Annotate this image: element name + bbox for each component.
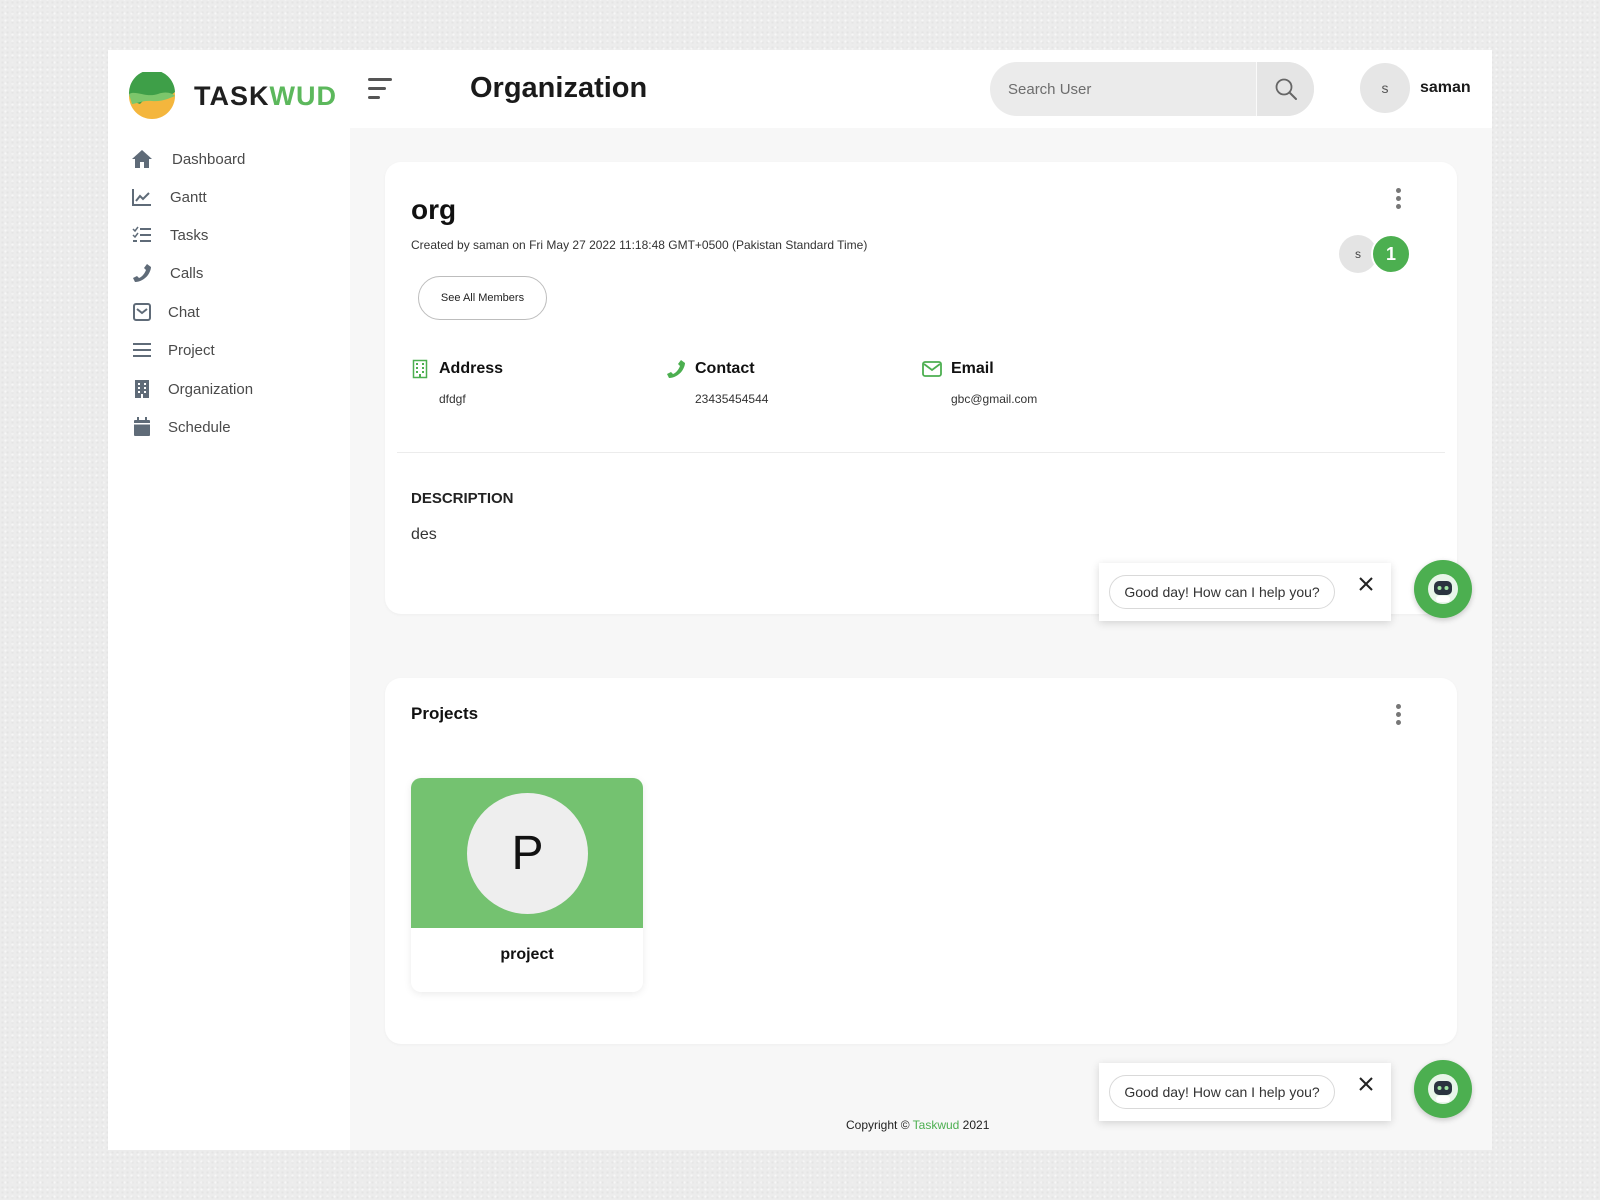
sidebar-item-label: Schedule xyxy=(168,418,231,436)
footer-brand-link[interactable]: Taskwud xyxy=(913,1118,960,1132)
sidebar-item-organization[interactable]: Organization xyxy=(130,374,253,404)
logo-text-task: TASK xyxy=(194,80,270,111)
calendar-icon xyxy=(130,415,154,439)
sidebar-item-label: Project xyxy=(168,341,215,359)
more-options-icon[interactable] xyxy=(1391,186,1407,212)
projects-title: Projects xyxy=(411,704,479,723)
envelope-icon xyxy=(921,358,943,380)
user-name: saman xyxy=(1420,79,1471,96)
chatbot-popup: Good day! How can I help you? xyxy=(1099,563,1391,621)
chatbot-popup: Good day! How can I help you? xyxy=(1099,1063,1391,1121)
search-icon xyxy=(1275,78,1297,100)
sidebar-item-project[interactable]: Project xyxy=(130,335,215,365)
envelope-icon xyxy=(130,300,154,324)
address-info: Address dfdgf xyxy=(409,358,503,406)
more-options-icon[interactable] xyxy=(1391,702,1407,728)
contact-label: Contact xyxy=(695,360,755,377)
phone-icon xyxy=(130,261,154,285)
building-icon xyxy=(130,377,154,401)
email-info: Email gbc@gmail.com xyxy=(921,358,1037,406)
sidebar-item-label: Gantt xyxy=(170,188,207,206)
home-icon xyxy=(130,147,154,171)
sidebar-item-label: Tasks xyxy=(170,226,209,244)
address-label: Address xyxy=(439,360,504,377)
project-banner: P xyxy=(411,778,643,928)
logo-mark-icon xyxy=(128,72,175,119)
search-input[interactable] xyxy=(1008,62,1248,116)
sidebar-item-tasks[interactable]: Tasks xyxy=(130,220,208,250)
sidebar-item-label: Dashboard xyxy=(172,150,246,168)
building-icon xyxy=(409,358,431,380)
logo-text-wud: WUD xyxy=(269,80,337,111)
robot-icon xyxy=(1428,574,1458,604)
member-avatars[interactable]: s 1 xyxy=(1339,234,1411,274)
app-window: TASKWUD Organization s saman xyxy=(108,50,1492,1150)
chatbot-greeting[interactable]: Good day! How can I help you? xyxy=(1109,1075,1335,1109)
tasks-icon xyxy=(130,223,154,247)
user-menu[interactable]: s saman xyxy=(1360,63,1471,113)
member-count-badge: 1 xyxy=(1371,234,1411,274)
project-name: project xyxy=(500,946,554,963)
top-bar: TASKWUD Organization s saman xyxy=(108,50,1492,128)
chart-line-icon xyxy=(130,185,154,209)
organization-name: org xyxy=(411,194,457,225)
email-value: gbc@gmail.com xyxy=(951,392,1038,406)
avatar: s xyxy=(1360,63,1410,113)
sidebar-item-schedule[interactable]: Schedule xyxy=(130,412,231,442)
close-icon[interactable] xyxy=(1357,575,1375,593)
sidebar-item-label: Chat xyxy=(168,303,200,321)
robot-icon xyxy=(1428,1074,1458,1104)
description-label: DESCRIPTION xyxy=(411,490,514,507)
projects-card: Projects P project xyxy=(385,678,1457,1044)
logo-text: TASKWUD xyxy=(194,81,337,112)
close-icon[interactable] xyxy=(1357,1075,1375,1093)
contact-value: 23435454544 xyxy=(695,392,769,406)
chatbot-greeting[interactable]: Good day! How can I help you? xyxy=(1109,575,1335,609)
created-info: Created by saman on Fri May 27 2022 11:1… xyxy=(411,238,868,252)
project-tile[interactable]: P project xyxy=(411,778,643,992)
sidebar-item-chat[interactable]: Chat xyxy=(130,297,200,327)
address-value: dfdgf xyxy=(439,392,466,406)
page-title: Organization xyxy=(470,72,648,104)
divider xyxy=(397,452,1445,453)
sidebar-item-calls[interactable]: Calls xyxy=(130,258,203,288)
list-icon xyxy=(130,338,154,362)
sidebar-item-gantt[interactable]: Gantt xyxy=(130,182,207,212)
sidebar: Dashboard Gantt Tasks Calls Chat Project… xyxy=(108,128,350,1150)
phone-icon xyxy=(665,358,687,380)
email-label: Email xyxy=(951,360,994,377)
sidebar-item-label: Calls xyxy=(170,264,204,282)
see-all-members-button[interactable]: See All Members xyxy=(418,276,547,320)
organization-card: org Created by saman on Fri May 27 2022 … xyxy=(385,162,1457,614)
contact-info: Contact 23435454544 xyxy=(665,358,768,406)
description-text: des xyxy=(411,526,437,543)
chatbot-button[interactable] xyxy=(1414,560,1472,618)
footer-prefix: Copyright © xyxy=(846,1118,913,1132)
sidebar-item-dashboard[interactable]: Dashboard xyxy=(130,144,245,174)
project-initial: P xyxy=(467,793,588,914)
search-button[interactable] xyxy=(1256,62,1314,116)
footer: Copyright © Taskwud 2021 xyxy=(846,1118,989,1132)
logo[interactable]: TASKWUD xyxy=(128,72,337,120)
sidebar-item-label: Organization xyxy=(168,380,254,398)
chatbot-button[interactable] xyxy=(1414,1060,1472,1118)
search-box xyxy=(990,62,1314,116)
footer-suffix: 2021 xyxy=(959,1118,990,1132)
menu-toggle-icon[interactable] xyxy=(368,78,394,100)
